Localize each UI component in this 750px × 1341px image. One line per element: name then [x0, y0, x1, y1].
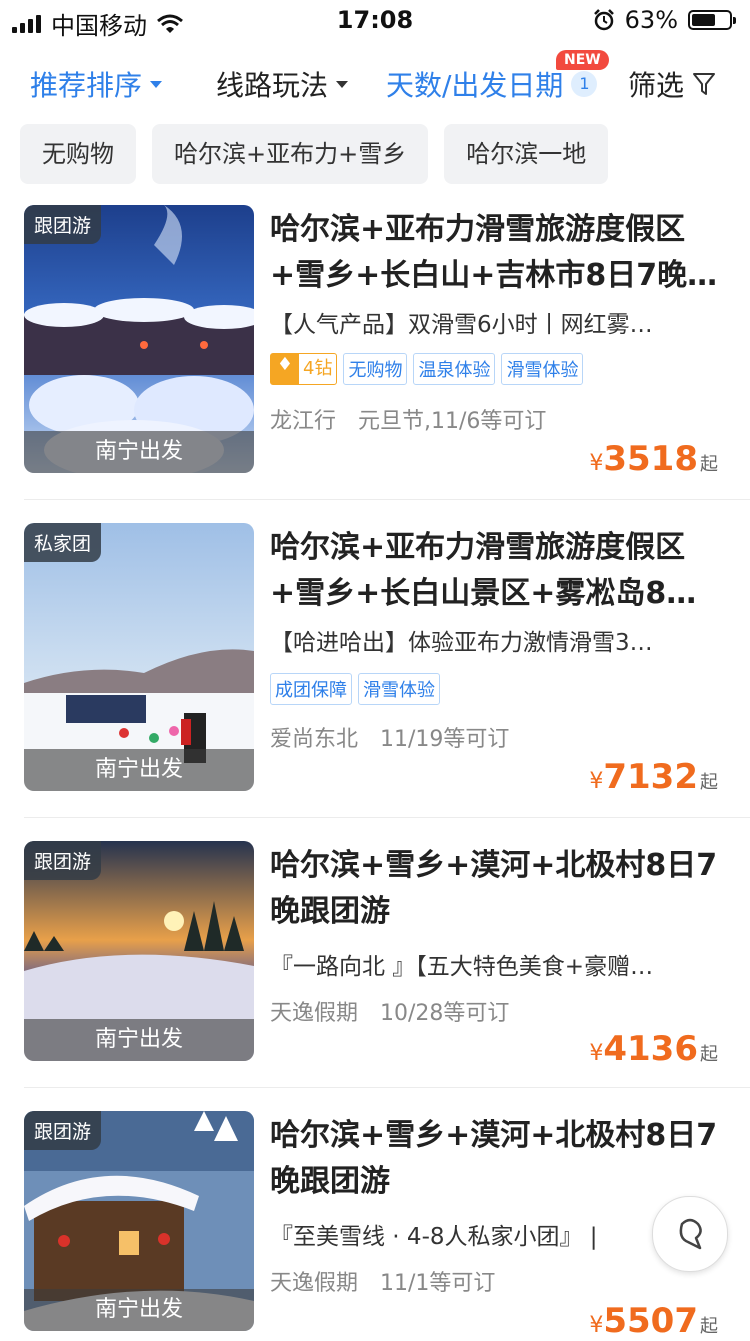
tab-filter-label: 筛选 [628, 69, 685, 102]
product-type-tag: 私家团 [24, 523, 102, 562]
product-price: ¥ 7132 起 [589, 757, 718, 797]
tab-days-date-count: 1 [571, 71, 598, 97]
chip-harbin-yabuli-xuexiang[interactable]: 哈尔滨+亚布力+雪乡 [152, 124, 429, 184]
seller-name: 龙江行 [270, 409, 337, 434]
departure-label: 南宁出发 [24, 1289, 254, 1331]
quick-filter-chips: 无购物 哈尔滨+亚布力+雪乡 哈尔滨一地 [20, 124, 609, 184]
available-dates: 元旦节,11/6等可订 [358, 409, 547, 434]
product-type-tag: 跟团游 [24, 1111, 102, 1150]
tab-sort[interactable]: 推荐排序 [30, 64, 163, 104]
product-desc: 『一路向北 』【五大特色美食+豪赠… [270, 954, 654, 980]
chevron-down-icon [336, 80, 349, 88]
available-dates: 10/28等可订 [380, 1001, 510, 1026]
price-suffix: 起 [700, 1316, 718, 1337]
product-price: ¥ 3518 起 [589, 439, 718, 479]
tab-days-date-label: 天数/出发日期 [386, 69, 564, 102]
product-card[interactable]: 跟团游 南宁出发 哈尔滨+雪乡+漠河+北极村8日7晚跟团游 『至美雪线 · 4-… [0, 1111, 750, 1341]
product-card[interactable]: 私家团 南宁出发 哈尔滨+亚布力滑雪旅游度假区+雪乡+长白山景区+雾凇岛8… 【… [0, 523, 750, 817]
product-price: ¥ 4136 起 [589, 1029, 718, 1069]
currency-symbol: ¥ [589, 1041, 604, 1066]
product-title: 哈尔滨+雪乡+漠河+北极村8日7晚跟团游 [270, 1118, 718, 1199]
tab-filter[interactable]: 筛选 [628, 64, 716, 104]
product-desc: 『至美雪线 · 4-8人私家小团』 | [270, 1224, 598, 1250]
product-desc: 【哈进哈出】体验亚布力激情滑雪3… [270, 630, 653, 656]
funnel-icon [693, 73, 716, 95]
diamond-icon: ♦ [271, 354, 299, 384]
departure-label: 南宁出发 [24, 749, 254, 791]
price-suffix: 起 [700, 454, 718, 475]
price-value: 4136 [603, 1029, 698, 1069]
departure-label: 南宁出发 [24, 1019, 254, 1061]
divider [24, 817, 750, 818]
price-suffix: 起 [700, 1044, 718, 1065]
tab-route-label: 线路玩法 [216, 69, 329, 102]
product-meta: 天逸假期 11/1等可订 [270, 1265, 495, 1297]
feature-tag: 温泉体验 [413, 353, 496, 385]
price-value: 5507 [603, 1301, 698, 1341]
diamond-level: 4钻 [303, 358, 333, 379]
available-dates: 11/19等可订 [380, 727, 510, 752]
product-title: 哈尔滨+亚布力滑雪旅游度假区+雪乡+长白山景区+雾凇岛8… [270, 530, 697, 611]
status-right: 63% [593, 6, 736, 34]
diamond-badge: ♦ 4钻 [270, 353, 338, 385]
product-image: 跟团游 南宁出发 [24, 205, 254, 473]
chip-harbin-only[interactable]: 哈尔滨一地 [444, 124, 609, 184]
feature-tag: 无购物 [343, 353, 408, 385]
customer-service-button[interactable] [652, 1196, 728, 1272]
battery-icon [688, 10, 736, 30]
divider [24, 1087, 750, 1088]
filter-bar: 推荐排序 线路玩法 天数/出发日期 1 NEW 筛选 [0, 50, 750, 114]
product-meta: 龙江行 元旦节,11/6等可订 [270, 403, 546, 435]
product-title: 哈尔滨+雪乡+漠河+北极村8日7晚跟团游 [270, 848, 718, 929]
product-card[interactable]: 跟团游 南宁出发 哈尔滨+雪乡+漠河+北极村8日7晚跟团游 『一路向北 』【五大… [0, 841, 750, 1087]
chevron-down-icon [150, 80, 163, 88]
product-card[interactable]: 跟团游 南宁出发 哈尔滨+亚布力滑雪旅游度假区+雪乡+长白山+吉林市8日7晚… … [0, 205, 750, 499]
currency-symbol: ¥ [589, 1313, 604, 1338]
feature-tag: 滑雪体验 [358, 673, 440, 705]
product-image: 私家团 南宁出发 [24, 523, 254, 791]
product-image: 跟团游 南宁出发 [24, 841, 254, 1061]
divider [24, 499, 750, 500]
chip-no-shopping[interactable]: 无购物 [20, 124, 136, 184]
customer-service-icon [679, 1218, 702, 1250]
product-desc: 【人气产品】双滑雪6小时丨网红雾… [270, 312, 653, 338]
battery-percent: 63% [624, 6, 678, 34]
status-bar: 中国移动 17:08 63% [0, 0, 750, 40]
price-value: 3518 [603, 439, 698, 479]
feature-tag: 成团保障 [270, 673, 352, 705]
currency-symbol: ¥ [589, 769, 604, 794]
product-price: ¥ 5507 起 [589, 1301, 718, 1341]
product-meta: 爱尚东北 11/19等可订 [270, 721, 509, 753]
product-title: 哈尔滨+亚布力滑雪旅游度假区+雪乡+长白山+吉林市8日7晚… [270, 212, 718, 293]
new-badge: NEW [556, 50, 609, 70]
alarm-icon [593, 9, 614, 31]
tab-sort-label: 推荐排序 [30, 69, 143, 102]
currency-symbol: ¥ [589, 451, 604, 476]
available-dates: 11/1等可订 [380, 1271, 496, 1296]
product-tags: 成团保障 滑雪体验 [270, 673, 440, 705]
departure-label: 南宁出发 [24, 431, 254, 473]
seller-name: 天逸假期 [270, 1001, 359, 1026]
product-image: 跟团游 南宁出发 [24, 1111, 254, 1331]
price-suffix: 起 [700, 772, 718, 793]
battery-fill [692, 14, 715, 26]
seller-name: 天逸假期 [270, 1271, 359, 1296]
feature-tag: 滑雪体验 [501, 353, 584, 385]
product-tags: ♦ 4钻 无购物 温泉体验 滑雪体验 [270, 353, 584, 385]
tab-days-date[interactable]: 天数/出发日期 1 [386, 64, 598, 104]
seller-name: 爱尚东北 [270, 727, 359, 752]
tab-route[interactable]: 线路玩法 [216, 64, 349, 104]
product-meta: 天逸假期 10/28等可订 [270, 995, 509, 1027]
product-type-tag: 跟团游 [24, 841, 102, 880]
product-type-tag: 跟团游 [24, 205, 102, 244]
price-value: 7132 [603, 757, 698, 797]
